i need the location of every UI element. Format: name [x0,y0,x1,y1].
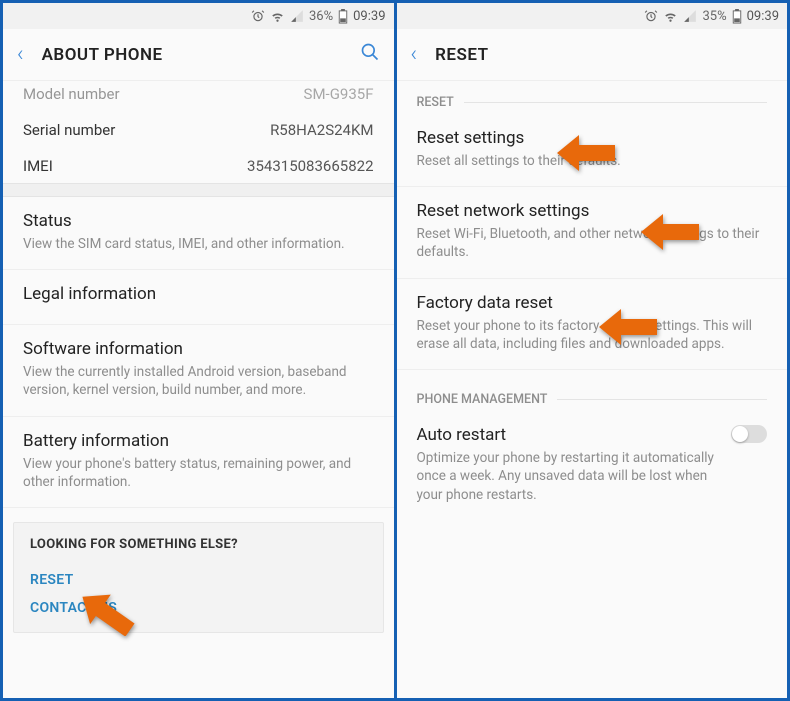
alarm-icon [251,9,265,23]
alarm-icon [644,9,658,23]
status-bar: 36% 09:39 [3,3,394,29]
imei-label: IMEI [23,157,53,175]
legal-item[interactable]: Legal information [3,270,394,325]
battery-sub: View your phone's battery status, remain… [23,455,374,491]
battery-percent: 35% [702,9,726,24]
battery-icon [338,9,348,24]
battery-percent: 36% [309,9,333,24]
software-label: Software information [23,339,374,359]
page-title: RESET [435,45,773,65]
back-icon[interactable]: ‹ [17,42,24,67]
imei-value: 354315083665822 [247,157,373,175]
section-phone-mgmt: PHONE MANAGEMENT [397,370,788,411]
wifi-icon [270,9,285,23]
software-sub: View the currently installed Android ver… [23,363,374,399]
serial-label: Serial number [23,121,115,139]
signal-icon [290,9,304,23]
auto-restart-toggle[interactable] [731,425,767,443]
status-label: Status [23,211,374,231]
auto-restart-item[interactable]: Auto restart Optimize your phone by rest… [397,411,788,520]
page-title: ABOUT PHONE [42,45,360,65]
status-item[interactable]: Status View the SIM card status, IMEI, a… [3,197,394,270]
auto-restart-label: Auto restart [417,425,720,445]
legal-label: Legal information [23,284,374,304]
battery-label: Battery information [23,431,374,451]
software-item[interactable]: Software information View the currently … [3,325,394,416]
model-row[interactable]: Model number SM-G935F [3,81,394,111]
factory-reset-sub: Reset your phone to its factory default … [417,317,768,353]
wifi-icon [663,9,678,23]
imei-row[interactable]: IMEI 354315083665822 [3,147,394,183]
section-divider [557,399,767,400]
reset-settings-sub: Reset all settings to their defaults. [417,152,768,170]
divider [3,183,394,197]
factory-reset-item[interactable]: Factory data reset Reset your phone to i… [397,279,788,370]
back-icon[interactable]: ‹ [411,42,418,67]
reset-network-item[interactable]: Reset network settings Reset Wi-Fi, Blue… [397,187,788,278]
search-icon[interactable] [360,42,380,67]
reset-settings-label: Reset settings [417,128,768,148]
clock: 09:39 [353,9,385,24]
factory-reset-label: Factory data reset [417,293,768,313]
section-divider [464,102,767,103]
serial-row[interactable]: Serial number R58HA2S24KM [3,111,394,147]
battery-item[interactable]: Battery information View your phone's ba… [3,417,394,508]
clock: 09:39 [747,9,779,24]
status-bar: 35% 09:39 [397,3,788,29]
auto-restart-sub: Optimize your phone by restarting it aut… [417,449,720,504]
contact-link[interactable]: CONTACT US [30,594,367,622]
model-value: SM-G935F [304,85,374,103]
content: Model number SM-G935F Serial number R58H… [3,81,394,698]
section-label: PHONE MANAGEMENT [417,392,548,407]
status-sub: View the SIM card status, IMEI, and othe… [23,235,374,253]
phone-about: PCrisk.com 36% 09:39 ‹ ABOUT PHONE [3,3,394,698]
battery-icon [732,9,742,24]
header: ‹ RESET [397,29,788,81]
signal-icon [683,9,697,23]
header: ‹ ABOUT PHONE [3,29,394,81]
section-reset: RESET [397,81,788,114]
content: RESET Reset settings Reset all settings … [397,81,788,698]
phone-reset: PCrisk.com 35% 09:39 ‹ RESET RESET [397,3,788,698]
reset-link[interactable]: RESET [30,566,367,594]
model-label: Model number [23,85,120,103]
footer-box: LOOKING FOR SOMETHING ELSE? RESET CONTAC… [13,522,384,633]
reset-network-sub: Reset Wi-Fi, Bluetooth, and other networ… [417,225,768,261]
section-label: RESET [417,95,454,110]
footer-head: LOOKING FOR SOMETHING ELSE? [30,537,367,552]
reset-settings-item[interactable]: Reset settings Reset all settings to the… [397,114,788,187]
serial-value: R58HA2S24KM [270,121,373,139]
reset-network-label: Reset network settings [417,201,768,221]
